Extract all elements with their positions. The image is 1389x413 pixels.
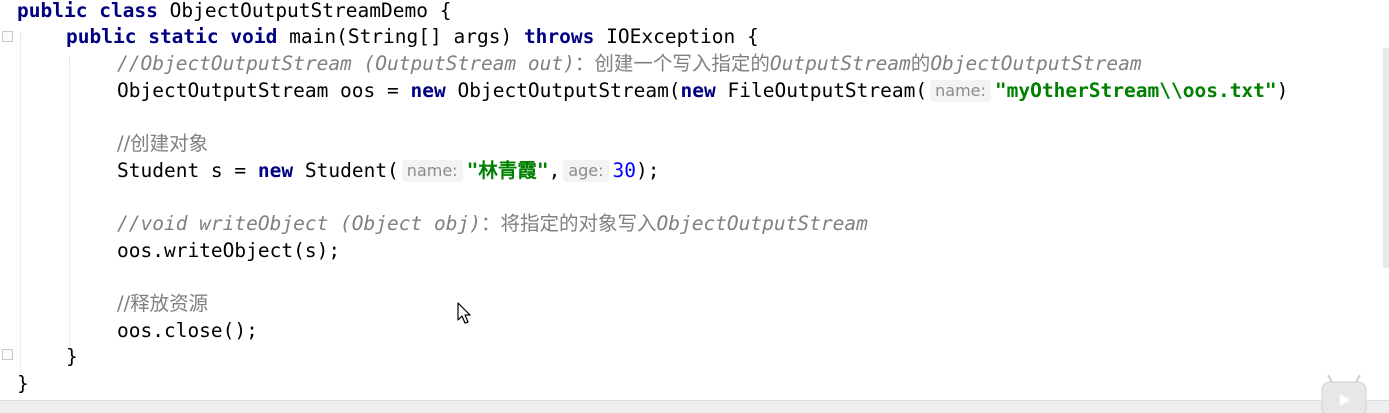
declaration: Student s = [117, 159, 258, 182]
indent-guide [20, 32, 21, 376]
string-literal: 林青霞 [478, 159, 537, 182]
close-brace: } [66, 345, 78, 368]
keyword-public: public [17, 0, 88, 22]
code-line-write-object[interactable]: oos.writeObject(s); [117, 238, 340, 264]
code-line-create-student[interactable]: Student s = new Student(name: "林青霞", age: 3… [117, 158, 660, 184]
comment-text: 的 [910, 52, 931, 75]
logo-watermark-icon [1321, 374, 1367, 413]
code-line-comment-constructor[interactable]: //ObjectOutputStream (OutputStream out)：… [117, 51, 1142, 77]
code-line-comment-release[interactable]: //释放资源 [117, 291, 208, 317]
comma: , [548, 159, 561, 182]
horizontal-scrollbar[interactable] [0, 400, 1389, 413]
code-line-method-close[interactable]: } [66, 344, 78, 370]
keyword-new: new [410, 79, 446, 102]
keyword-class: class [99, 0, 158, 22]
class-name: ObjectOutputStreamDemo [169, 0, 428, 22]
comment-text: ObjectOutputStream [656, 212, 868, 235]
parameter-hint: name: [930, 80, 991, 102]
string-literal: "myOtherStream\\oos.txt" [994, 79, 1277, 102]
string-quote: " [466, 159, 479, 182]
comment-text: //创建对象 [117, 132, 209, 155]
comment-text: //void writeObject (Object obj) [117, 212, 481, 235]
keyword-throws: throws [523, 25, 595, 48]
mouse-pointer-icon [457, 302, 471, 324]
declaration: ObjectOutputStream oos = [117, 79, 411, 102]
statement: oos.writeObject(s); [117, 239, 341, 262]
fold-marker-icon[interactable] [2, 349, 13, 360]
number-literal: 30 [612, 159, 637, 182]
method-signature: main(String[] args) [289, 25, 513, 48]
parameter-hint: age: [563, 160, 609, 182]
open-brace: { [747, 25, 759, 48]
close-paren: ) [1276, 79, 1289, 102]
close-brace: } [17, 372, 29, 395]
keyword-new: new [680, 79, 716, 102]
comment-text: 将指定的对象写入 [500, 212, 657, 235]
code-editor[interactable]: public class ObjectOutputStreamDemo { pu… [0, 0, 1389, 400]
code-line-main-method[interactable]: public static void main(String[] args) t… [66, 24, 759, 50]
keyword-void: void [230, 25, 278, 48]
code-line-comment-write-object[interactable]: //void writeObject (Object obj)：将指定的对象写入… [117, 211, 868, 237]
indent-guide [69, 56, 70, 346]
comment-text: //ObjectOutputStream (OutputStream out) [117, 52, 575, 75]
string-quote: " [536, 159, 549, 182]
statement-end: ); [636, 159, 660, 182]
code-line-close-stream[interactable]: oos.close(); [117, 318, 258, 344]
code-line-class-close[interactable]: } [17, 371, 29, 397]
comment-text: ： [480, 212, 501, 235]
constructor-call: Student( [304, 159, 399, 182]
statement: oos.close(); [117, 319, 258, 342]
comment-text: OutputStream [769, 52, 911, 75]
comment-text: ObjectOutputStream [930, 52, 1142, 75]
fold-marker-icon[interactable] [2, 31, 13, 42]
comment-text: 创建一个写入指定的 [594, 52, 770, 75]
code-line-create-stream[interactable]: ObjectOutputStream oos = new ObjectOutpu… [117, 78, 1288, 104]
comment-text: //释放资源 [117, 292, 209, 315]
exception-type: IOException [606, 25, 736, 48]
keyword-static: static [148, 25, 219, 48]
code-line-class-declaration[interactable]: public class ObjectOutputStreamDemo { [17, 0, 451, 24]
open-brace: { [439, 0, 452, 22]
parameter-hint: name: [401, 160, 463, 182]
keyword-new: new [257, 159, 294, 182]
keyword-public: public [66, 25, 137, 48]
scrollbar-track[interactable] [1383, 48, 1389, 268]
constructor-call: FileOutputStream( [727, 79, 928, 102]
comment-text: ： [574, 52, 595, 75]
code-line-comment-create-object[interactable]: //创建对象 [117, 131, 208, 157]
constructor-call: ObjectOutputStream( [457, 79, 681, 102]
